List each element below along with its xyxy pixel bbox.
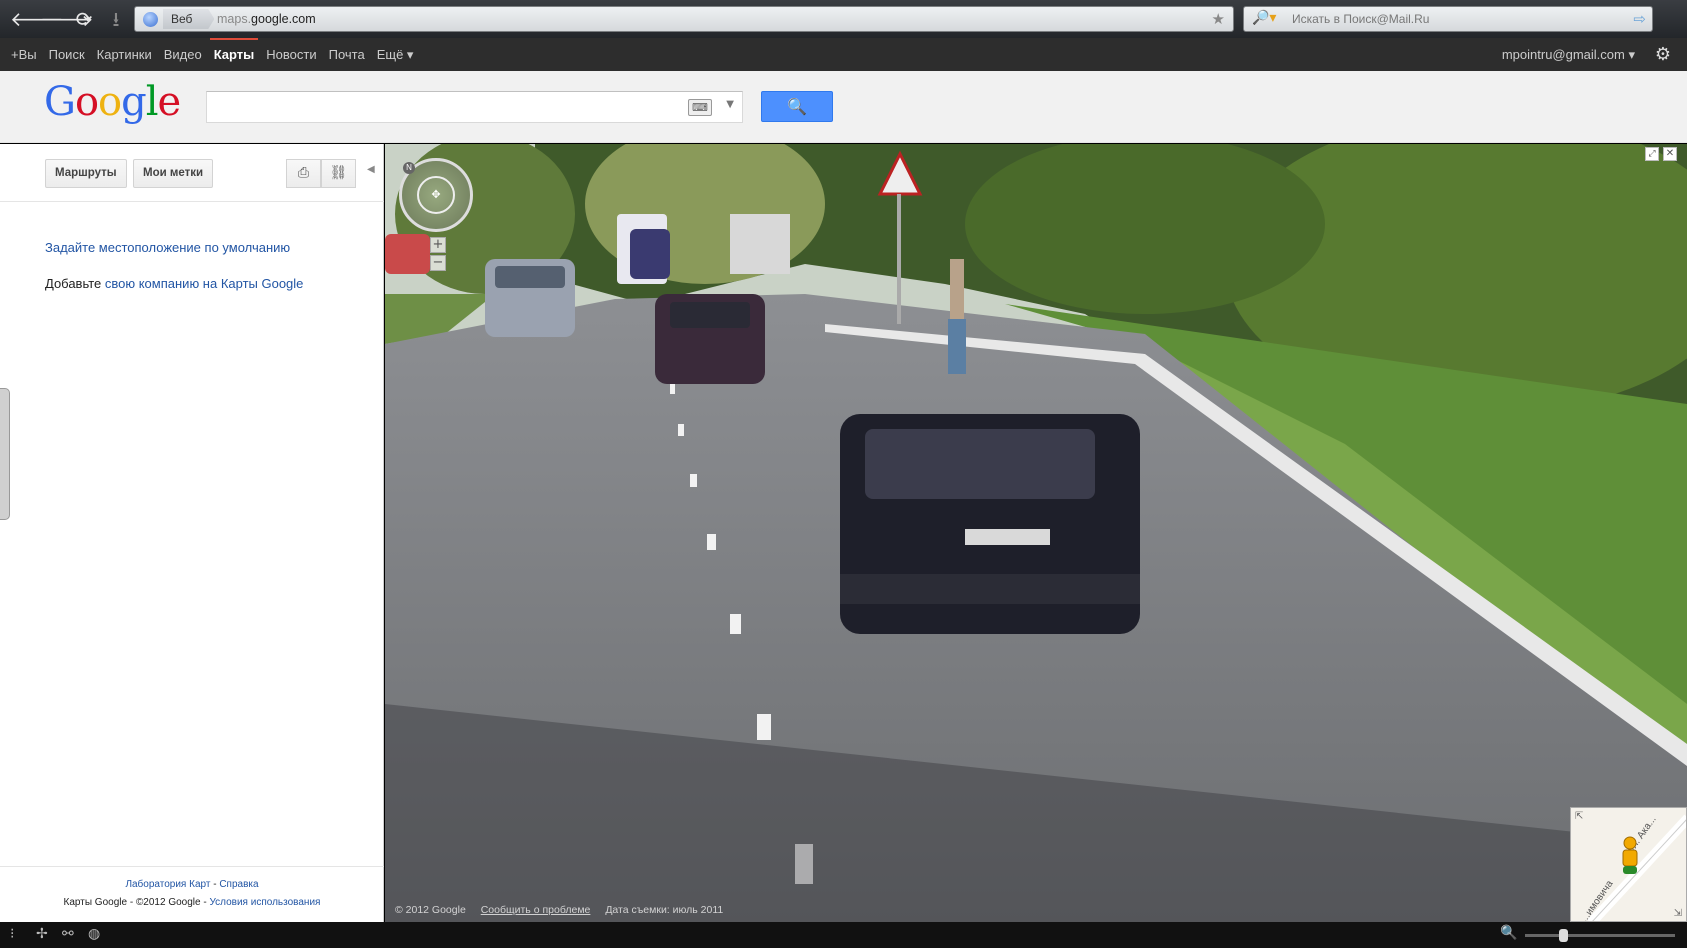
add-company-link[interactable]: свою компанию на Карты Google xyxy=(105,276,304,291)
left-panel: Маршруты Мои метки ⎙ ⛓ ◀ Задайте местопо… xyxy=(0,144,384,922)
search-engine-icon[interactable]: 🔎▾ xyxy=(1252,10,1276,26)
logo-letter: o xyxy=(74,79,99,125)
maps-labs-link[interactable]: Лаборатория Карт xyxy=(125,879,210,890)
gear-icon[interactable]: ⚙ xyxy=(1655,44,1671,65)
google-bar: +Вы Поиск Картинки Видео Карты Новости Почта Ещ… xyxy=(0,38,1687,71)
copyright-text: © 2012 Google xyxy=(395,904,466,916)
logo-letter: g xyxy=(121,79,147,125)
pan-arrows-icon[interactable]: ✥ xyxy=(417,176,455,214)
gbar-link-1[interactable]: Поиск xyxy=(49,38,85,71)
search-icon: 🔍 xyxy=(787,97,807,116)
add-company-text: Добавьте свою компанию на Карты Google xyxy=(45,276,304,291)
gbar-link-2[interactable]: Картинки xyxy=(97,38,152,71)
directions-button[interactable]: Маршруты xyxy=(45,159,127,188)
street-scene-image xyxy=(385,144,1687,922)
url-text[interactable]: maps.google.com xyxy=(217,7,316,31)
close-icon[interactable]: ✕ xyxy=(1663,147,1677,161)
collapse-panel-icon[interactable]: ◀ xyxy=(367,164,375,175)
status-icon-2[interactable]: ✢ xyxy=(36,926,48,942)
link-icon[interactable]: ⛓ xyxy=(321,159,356,188)
account-menu[interactable]: mpointru@gmail.com ▾ xyxy=(1502,38,1635,71)
capture-date-text: Дата съемки: июль 2011 xyxy=(605,904,724,916)
report-problem-link[interactable]: Сообщить о проблеме xyxy=(481,904,591,916)
globe-icon xyxy=(143,12,158,27)
imagery-attribution: © 2012 Google Сообщить о проблеме Дата с… xyxy=(395,904,735,916)
my-places-button[interactable]: Мои метки xyxy=(133,159,214,188)
terms-link[interactable]: Условия использования xyxy=(209,897,320,908)
search-header: Google ⌨ ▼ 🔍 xyxy=(0,71,1687,143)
google-logo[interactable]: Google xyxy=(44,79,182,125)
star-icon[interactable]: ★ xyxy=(1212,10,1225,28)
logo-letter: o xyxy=(98,79,122,125)
gbar-link-7[interactable]: Ещё ▾ xyxy=(377,38,414,71)
browser-search-placeholder: Искать в Поиск@Mail.Ru xyxy=(1292,12,1430,26)
go-arrow-icon[interactable]: ⇨ xyxy=(1633,10,1646,28)
browser-toolbar: 🡐 🡒 ⟳ ⭳ Веб maps.google.com ★ 🔎▾ Искать … xyxy=(0,0,1687,38)
gbar-link-3[interactable]: Видео xyxy=(164,38,202,71)
street-view-minimap[interactable]: ⇱ ⇲ ул. Ака... ...имовича xyxy=(1570,807,1687,922)
compass-north-icon[interactable]: N xyxy=(403,162,415,174)
gbar-link-5[interactable]: Новости xyxy=(266,38,316,71)
chevron-down-icon[interactable]: ▼ xyxy=(726,99,734,110)
zoom-slider[interactable] xyxy=(1525,929,1675,942)
expand-minimap-icon[interactable]: ⇱ xyxy=(1575,811,1583,822)
logo-letter: e xyxy=(157,79,182,125)
zoom-in-button[interactable]: + xyxy=(430,237,446,253)
url-tag: Веб xyxy=(163,9,215,29)
pegman-icon[interactable] xyxy=(1618,836,1642,876)
google-bar-links: +Вы Поиск Картинки Видео Карты Новости Почта Ещ… xyxy=(11,38,413,71)
keyboard-icon[interactable]: ⌨ xyxy=(688,99,712,116)
share-icon[interactable]: ⚯ xyxy=(62,926,74,942)
gbar-link-4[interactable]: Карты xyxy=(209,38,258,71)
status-icon-1[interactable]: ⁝ xyxy=(10,926,14,942)
panel-footer: Лаборатория Карт - Справка Карты Google … xyxy=(0,866,384,922)
zoom-slider-thumb[interactable] xyxy=(1558,929,1568,942)
address-bar[interactable]: Веб maps.google.com ★ xyxy=(134,6,1234,32)
resize-minimap-icon[interactable]: ⇲ xyxy=(1674,908,1682,919)
print-icon[interactable]: ⎙ xyxy=(286,159,321,188)
forward-icon[interactable]: 🡒 xyxy=(40,7,94,31)
panel-toolbar: Маршруты Мои метки ⎙ ⛓ ◀ xyxy=(0,144,384,202)
logo-letter: l xyxy=(145,79,159,125)
gbar-link-0[interactable]: +Вы xyxy=(11,38,37,71)
gbar-link-6[interactable]: Почта xyxy=(329,38,365,71)
zoom-out-button[interactable]: − xyxy=(430,255,446,271)
globe-status-icon[interactable]: ◍ xyxy=(88,926,100,942)
screen: 🡐 🡒 ⟳ ⭳ Веб maps.google.com ★ 🔎▾ Искать … xyxy=(0,0,1687,948)
street-view-panorama[interactable]: ✥ N + − ⤢ ✕ © 2012 Google Сообщить о про… xyxy=(385,144,1687,922)
reload-icon[interactable]: ⟳ xyxy=(72,7,96,31)
search-input[interactable]: ⌨ ▼ xyxy=(206,91,743,123)
browser-search-box[interactable]: 🔎▾ Искать в Поиск@Mail.Ru ⇨ xyxy=(1243,6,1653,32)
fullscreen-icon[interactable]: ⤢ xyxy=(1645,147,1659,161)
side-drag-handle[interactable] xyxy=(0,388,10,520)
help-link[interactable]: Справка xyxy=(219,879,258,890)
logo-letter: G xyxy=(44,79,76,125)
status-bar: ⁝ ✢ ⚯ ◍ 🔍 xyxy=(0,922,1687,948)
download-icon[interactable]: ⭳ xyxy=(104,7,128,31)
default-location-link[interactable]: Задайте местоположение по умолчанию xyxy=(45,240,290,255)
search-button[interactable]: 🔍 xyxy=(761,91,833,122)
back-icon[interactable]: 🡐 xyxy=(10,7,64,31)
zoom-icon[interactable]: 🔍 xyxy=(1500,925,1517,941)
